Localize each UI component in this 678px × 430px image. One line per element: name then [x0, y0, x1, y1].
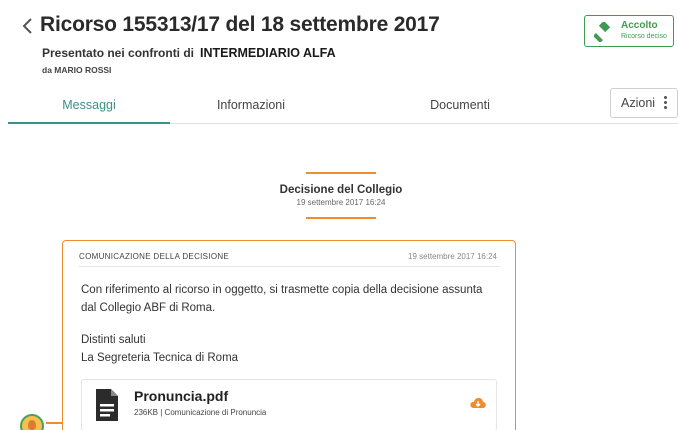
tab-documenti[interactable]: Documenti [380, 88, 540, 124]
cloud-download-icon[interactable] [470, 396, 486, 410]
tab-informazioni[interactable]: Informazioni [170, 88, 332, 124]
event-divider-bottom [306, 217, 376, 219]
message-greeting: Distinti saluti [81, 334, 146, 346]
event-date: 19 settembre 2017 16:24 [296, 198, 386, 207]
status-subtitle: Ricorso deciso [621, 33, 667, 40]
tab-bar: Messaggi Informazioni Documenti [8, 88, 678, 124]
status-title: Accolto [621, 20, 658, 31]
message-body: Con riferimento al ricorso in oggetto, s… [81, 284, 483, 314]
message-card: COMUNICAZIONE DELLA DECISIONE 19 settemb… [62, 240, 516, 430]
avatar [20, 414, 44, 430]
presented-label: Presentato nei confronti di [42, 46, 195, 60]
tab-messaggi[interactable]: Messaggi [8, 88, 170, 124]
attachment-meta: 236KB | Comunicazione di Pronuncia [134, 408, 267, 417]
page-title: Ricorso 155313/17 del 18 settembre 2017 [40, 13, 440, 36]
message-divider [79, 266, 499, 267]
author-label: da MARIO ROSSI [42, 65, 112, 75]
more-vertical-icon [664, 96, 668, 111]
event-divider-top [306, 172, 376, 174]
counterparty-line: Presentato nei confronti di INTERMEDIARIO… [42, 46, 336, 60]
message-signature: La Segreteria Tecnica di Roma [81, 352, 239, 364]
actions-label: Azioni [621, 96, 656, 110]
page-header: Ricorso 155313/17 del 18 settembre 2017 … [0, 0, 678, 90]
gavel-icon [594, 22, 611, 42]
attachment-name: Pronuncia.pdf [134, 388, 229, 404]
message-heading: COMUNICAZIONE DELLA DECISIONE [79, 252, 230, 261]
actions-button[interactable]: Azioni [610, 88, 678, 118]
counterparty-name: INTERMEDIARIO ALFA [200, 46, 336, 60]
chevron-left-icon [22, 18, 32, 34]
event-title: Decisione del Collegio [279, 184, 403, 196]
document-icon [96, 389, 118, 421]
timeline-event: Decisione del Collegio 19 settembre 2017… [180, 172, 502, 219]
attachment-item[interactable]: Pronuncia.pdf 236KB | Comunicazione di P… [81, 379, 497, 430]
back-button[interactable] [20, 14, 36, 38]
timeline-connector [46, 422, 62, 424]
status-badge: Accolto Ricorso deciso [584, 15, 674, 47]
message-date: 19 settembre 2017 16:24 [408, 252, 497, 261]
